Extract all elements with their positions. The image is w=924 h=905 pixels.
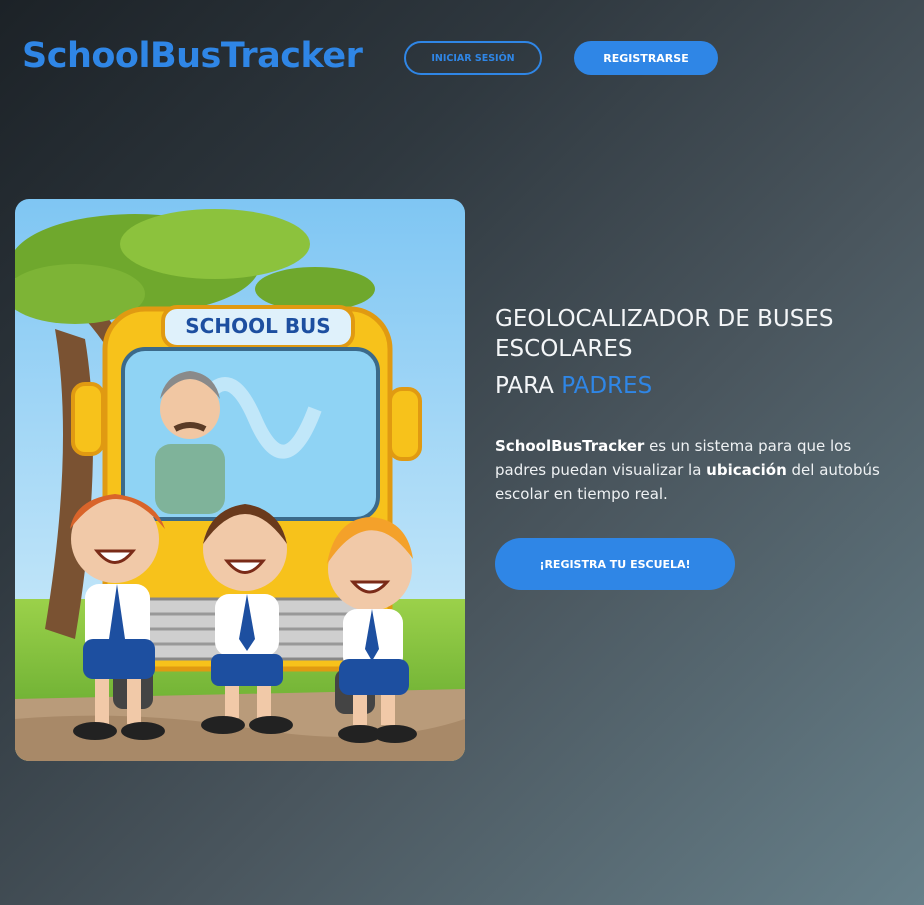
register-school-button[interactable]: ¡REGISTRA TU ESCUELA! xyxy=(495,538,735,590)
headline-prefix: PARA xyxy=(495,373,562,399)
brand-logo[interactable]: SchoolBusTracker xyxy=(22,36,363,76)
hero-illustration: SCHOOL BUS xyxy=(15,199,465,761)
register-button[interactable]: REGISTRARSE xyxy=(574,41,718,75)
headline-accent: PADRES xyxy=(561,373,653,399)
hero-headline: GEOLOCALIZADOR DE BUSES ESCOLARES xyxy=(495,304,895,364)
login-button[interactable]: INICIAR SESIÓN xyxy=(404,41,542,75)
desc-brand: SchoolBusTracker xyxy=(495,437,645,455)
desc-strong: ubicación xyxy=(706,461,787,479)
headline-line2: ESCOLARES xyxy=(495,336,633,362)
hero-description: SchoolBusTracker es un sistema para que … xyxy=(495,434,905,506)
headline-line1: GEOLOCALIZADOR DE BUSES xyxy=(495,306,834,332)
bus-sign-text: SCHOOL BUS xyxy=(185,314,330,338)
hero-subheadline: PARA PADRES xyxy=(495,371,652,401)
school-bus-illustration: SCHOOL BUS xyxy=(15,199,465,761)
